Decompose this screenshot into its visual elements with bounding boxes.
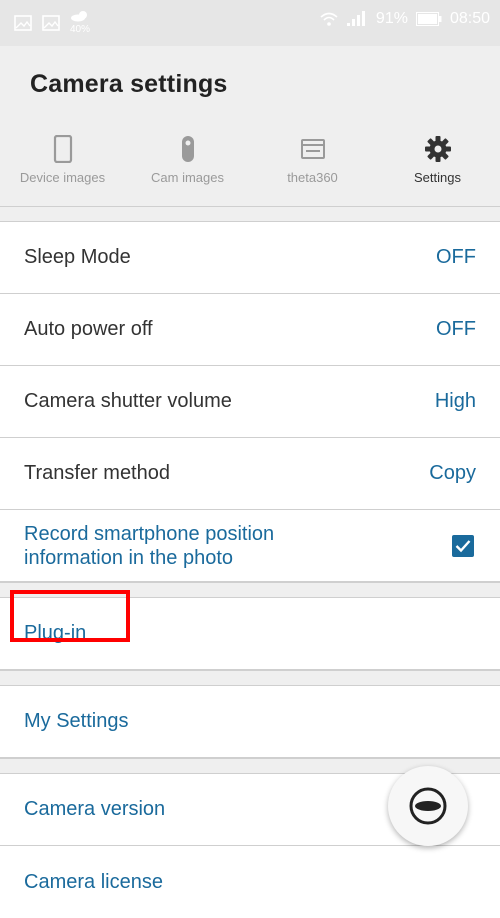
plugin-label: Plug-in: [24, 622, 87, 644]
signal-icon: [346, 11, 365, 26]
tab-settings[interactable]: Settings: [375, 130, 500, 206]
setting-shutter-volume[interactable]: Camera shutter volume High: [0, 366, 500, 438]
camera-license-item[interactable]: Camera license: [0, 846, 500, 918]
setting-value: OFF: [436, 318, 476, 340]
setting-sleep-mode[interactable]: Sleep Mode OFF: [0, 222, 500, 294]
weather-icon: 40%: [70, 10, 90, 35]
check-icon: [455, 539, 471, 552]
setting-value: Copy: [429, 462, 476, 484]
setting-value: High: [434, 390, 476, 412]
section-divider: [0, 206, 500, 222]
theta-camera-icon: [409, 787, 447, 825]
tab-label: Cam images: [151, 170, 224, 185]
app-bar: Camera settings Device images Cam images: [0, 46, 500, 206]
section-divider: [0, 670, 500, 686]
window-icon: [298, 134, 328, 164]
record-position-checkbox[interactable]: [452, 534, 474, 557]
status-bar: 40% 91% 08:50: [0, 0, 500, 46]
section-divider: [0, 582, 500, 598]
tab-label: Settings: [414, 170, 461, 185]
setting-label: Record smartphone position information i…: [24, 522, 274, 570]
setting-auto-power-off[interactable]: Auto power off OFF: [0, 294, 500, 366]
setting-label: Auto power off: [24, 318, 153, 340]
battery-icon: [415, 12, 442, 26]
camera-version-label: Camera version: [24, 798, 166, 820]
setting-label: Camera shutter volume: [24, 390, 232, 412]
setting-value: OFF: [436, 246, 476, 268]
tab-theta360[interactable]: theta360: [250, 130, 375, 206]
plugin-item[interactable]: Plug-in: [0, 598, 500, 670]
battery-percent: 91%: [375, 10, 408, 27]
camera-icon: [173, 134, 203, 164]
gear-icon: [423, 134, 453, 164]
setting-label-line1: Record smartphone position: [24, 522, 275, 545]
my-settings-label: My Settings: [24, 710, 129, 732]
tab-label: Device images: [19, 170, 106, 185]
image-icon: [14, 14, 32, 31]
tab-label: theta360: [287, 170, 338, 185]
page-title: Camera settings: [30, 70, 228, 98]
my-settings-item[interactable]: My Settings: [0, 686, 500, 758]
setting-label: Transfer method: [24, 462, 170, 484]
weather-percent: 40%: [70, 24, 91, 35]
setting-transfer-method[interactable]: Transfer method Copy: [0, 438, 500, 510]
setting-label-line2: information in the photo: [24, 546, 234, 569]
tab-bar: Device images Cam images theta360 Settin…: [0, 130, 500, 206]
image-icon: [42, 14, 60, 31]
camera-license-label: Camera license: [24, 870, 163, 893]
phone-icon: [48, 134, 78, 164]
clock: 08:50: [449, 10, 490, 27]
setting-label: Sleep Mode: [24, 246, 131, 268]
camera-connect-fab[interactable]: [388, 766, 468, 846]
tab-device-images[interactable]: Device images: [0, 130, 125, 206]
tab-cam-images[interactable]: Cam images: [125, 130, 250, 206]
setting-record-position[interactable]: Record smartphone position information i…: [0, 510, 500, 582]
wifi-icon: [320, 12, 338, 26]
